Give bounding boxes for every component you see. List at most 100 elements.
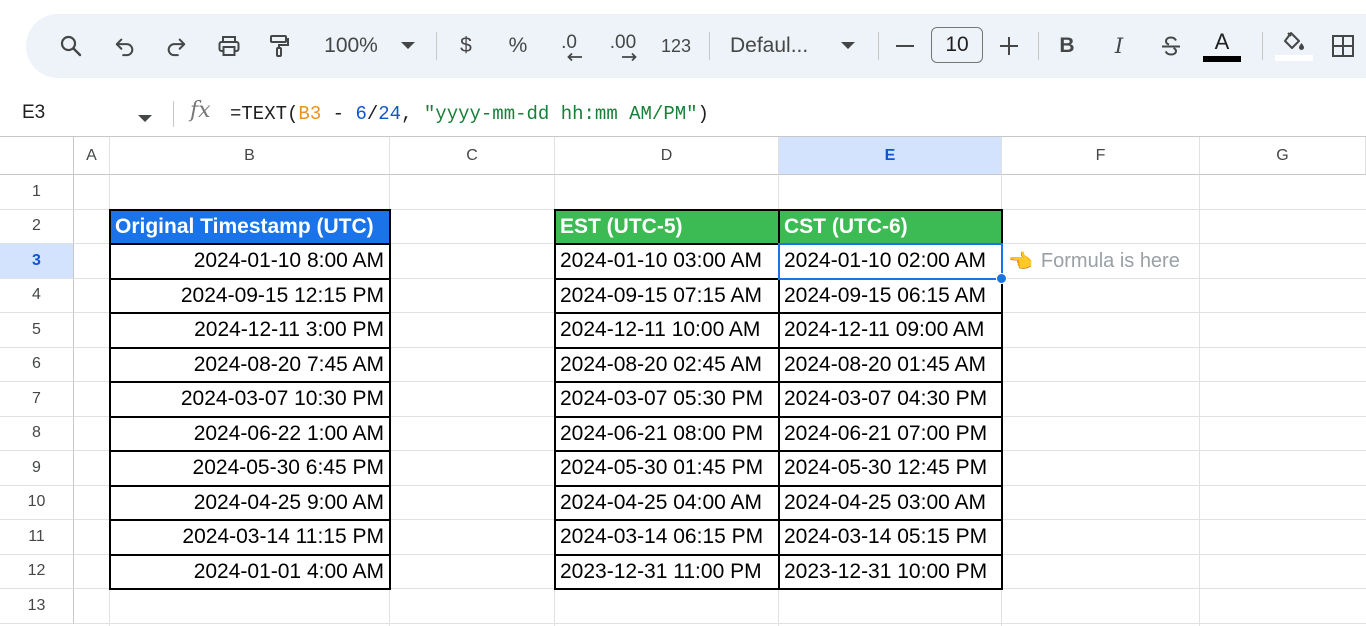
pointing-hand-icon: 👈 <box>1008 250 1033 273</box>
cell-cst[interactable]: 2024-09-15 06:15 AM <box>779 279 1002 314</box>
redo-icon[interactable] <box>159 14 193 78</box>
italic-label: I <box>1114 34 1124 58</box>
row-header-9[interactable]: 9 <box>0 451 74 486</box>
chevron-down-icon[interactable] <box>138 110 152 128</box>
row-header-11[interactable]: 11 <box>0 520 74 555</box>
cell-cst[interactable]: 2024-03-14 05:15 PM <box>779 520 1002 555</box>
column-header-a[interactable]: A <box>74 137 110 175</box>
cell-est[interactable]: 2024-06-21 08:00 PM <box>555 417 779 452</box>
cell-original[interactable]: 2024-06-22 1:00 AM <box>110 417 390 452</box>
header-original-timestamp[interactable]: Original Timestamp (UTC) <box>110 209 390 244</box>
cell-est[interactable]: 2024-04-25 04:00 AM <box>555 486 779 521</box>
bold-button[interactable]: B <box>1054 14 1080 78</box>
header-cst[interactable]: CST (UTC-6) <box>779 209 1002 244</box>
paint-format-icon[interactable] <box>262 14 296 78</box>
row-gridline <box>74 622 1366 624</box>
row-header-1[interactable]: 1 <box>0 175 74 210</box>
cell-est[interactable]: 2024-12-11 10:00 AM <box>555 313 779 348</box>
cell-est[interactable]: 2024-03-07 05:30 PM <box>555 382 779 417</box>
italic-button[interactable]: I <box>1106 14 1132 78</box>
cell-original[interactable]: 2024-03-14 11:15 PM <box>110 520 390 555</box>
row-header-6[interactable]: 6 <box>0 347 74 382</box>
cell-est[interactable]: 2024-03-14 06:15 PM <box>555 520 779 555</box>
search-icon[interactable] <box>54 14 88 78</box>
column-header-g[interactable]: G <box>1200 137 1366 175</box>
formula-num2: 24 <box>378 103 402 125</box>
cell-original[interactable]: 2024-04-25 9:00 AM <box>110 486 390 521</box>
borders-icon[interactable] <box>1326 14 1360 78</box>
cell-original[interactable]: 2024-01-01 4:00 AM <box>110 555 390 590</box>
column-header-e[interactable]: E <box>779 137 1002 175</box>
select-all-corner[interactable] <box>0 137 74 175</box>
cell-est[interactable]: 2024-01-10 03:00 AM <box>555 244 779 279</box>
cell-cst[interactable]: 2024-03-07 04:30 PM <box>779 382 1002 417</box>
fill-handle[interactable] <box>996 272 1007 284</box>
chevron-down-icon[interactable] <box>838 14 858 78</box>
fill-color-swatch <box>1275 55 1313 61</box>
row-header-12[interactable]: 12 <box>0 554 74 589</box>
increase-decimal-button[interactable]: .00 <box>604 14 642 78</box>
column-header-f[interactable]: F <box>1002 137 1200 175</box>
toolbar-divider <box>1038 32 1039 60</box>
cell-original[interactable]: 2024-03-07 10:30 PM <box>110 382 390 417</box>
cell-cst[interactable]: 2024-06-21 07:00 PM <box>779 417 1002 452</box>
toolbar-area: 100% $ % .0 .00 123 Defaul... 10 B I A <box>0 0 1366 92</box>
decrease-font-size-button[interactable] <box>892 14 918 78</box>
row-header-8[interactable]: 8 <box>0 416 74 451</box>
cell-original[interactable]: 2024-08-20 7:45 AM <box>110 348 390 383</box>
row-header-3[interactable]: 3 <box>0 244 74 279</box>
row-header-2[interactable]: 2 <box>0 209 74 244</box>
cell-original[interactable]: 2024-09-15 12:15 PM <box>110 279 390 314</box>
row-header-7[interactable]: 7 <box>0 382 74 417</box>
fill-color-button[interactable] <box>1274 14 1314 78</box>
column-header-d[interactable]: D <box>555 137 779 175</box>
decrease-decimal-button[interactable]: .0 <box>552 14 586 78</box>
cell-est[interactable]: 2024-09-15 07:15 AM <box>555 279 779 314</box>
increase-decimal-label: .00 <box>609 32 637 53</box>
number-format-button[interactable]: 123 <box>656 14 696 78</box>
column-header-b[interactable]: B <box>110 137 390 175</box>
column-gridline <box>1199 175 1200 626</box>
strikethrough-icon[interactable] <box>1156 14 1186 78</box>
paint-bucket-icon <box>1284 32 1304 50</box>
row-header-10[interactable]: 10 <box>0 485 74 520</box>
row-header-13[interactable]: 13 <box>0 589 74 624</box>
bold-label: B <box>1059 34 1075 57</box>
column-header-c[interactable]: C <box>390 137 555 175</box>
cell-est[interactable]: 2024-05-30 01:45 PM <box>555 451 779 486</box>
name-box[interactable]: E3 <box>22 102 45 124</box>
cell-original[interactable]: 2024-01-10 8:00 AM <box>110 244 390 279</box>
arrow-right-icon <box>622 52 637 62</box>
undo-icon[interactable] <box>108 14 142 78</box>
toolbar-divider <box>436 32 437 60</box>
spreadsheet-grid: A B C D E F G 1 2 3 4 5 6 7 8 9 10 11 12 13 Original Timesta… <box>0 137 1366 626</box>
cell-cst[interactable]: 2024-05-30 12:45 PM <box>779 451 1002 486</box>
percent-button[interactable]: % <box>506 14 530 78</box>
cell-cst[interactable]: 2024-08-20 01:45 AM <box>779 348 1002 383</box>
cell-est[interactable]: 2024-08-20 02:45 AM <box>555 348 779 383</box>
cell-cst[interactable]: 2024-04-25 03:00 AM <box>779 486 1002 521</box>
cell-original[interactable]: 2024-12-11 3:00 PM <box>110 313 390 348</box>
text-color-swatch <box>1203 55 1241 62</box>
header-est[interactable]: EST (UTC-5) <box>555 209 779 244</box>
cell-cst[interactable]: 2023-12-31 10:00 PM <box>779 555 1002 590</box>
row-header-4[interactable]: 4 <box>0 278 74 313</box>
formula-num1: 6 <box>355 103 367 125</box>
zoom-select[interactable]: 100% <box>316 14 386 78</box>
increase-font-size-button[interactable] <box>996 14 1022 78</box>
currency-button[interactable]: $ <box>454 14 478 78</box>
font-size-input[interactable]: 10 <box>931 27 983 63</box>
formula-input[interactable]: =TEXT(B3 - 6/24, "yyyy-mm-dd hh:mm AM/PM… <box>230 103 709 125</box>
decrease-decimal-label: .0 <box>561 32 577 53</box>
row-header-5[interactable]: 5 <box>0 313 74 348</box>
formula-prefix: =TEXT( <box>230 103 299 125</box>
toolbar: 100% $ % .0 .00 123 Defaul... 10 B I A <box>26 14 1366 78</box>
cell-original[interactable]: 2024-05-30 6:45 PM <box>110 451 390 486</box>
chevron-down-icon[interactable] <box>398 14 418 78</box>
cell-cst[interactable]: 2024-12-11 09:00 AM <box>779 313 1002 348</box>
text-color-button[interactable]: A <box>1202 14 1242 78</box>
print-icon[interactable] <box>212 14 246 78</box>
font-family-select[interactable]: Defaul... <box>730 14 822 78</box>
cell-cst[interactable]: 2024-01-10 02:00 AM <box>779 244 1002 279</box>
cell-est[interactable]: 2023-12-31 11:00 PM <box>555 555 779 590</box>
